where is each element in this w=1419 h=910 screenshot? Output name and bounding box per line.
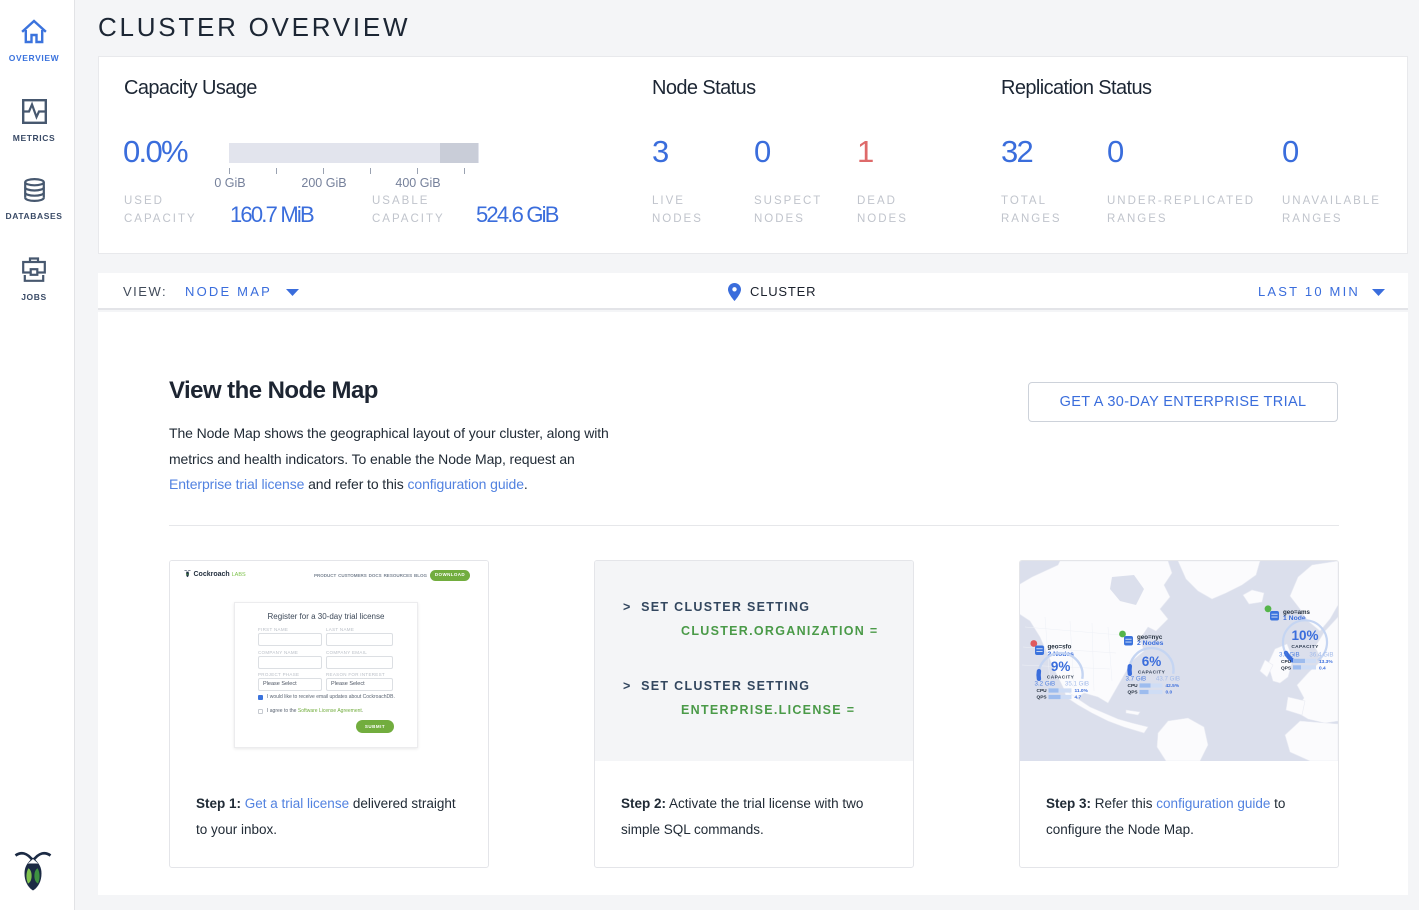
svg-text:QPS: QPS <box>1281 665 1292 671</box>
svg-text:4.7: 4.7 <box>1075 695 1082 701</box>
svg-text:13.3%: 13.3% <box>1319 659 1333 665</box>
svg-text:36.4 GiB: 36.4 GiB <box>1309 652 1333 659</box>
svg-text:35.1 GiB: 35.1 GiB <box>1065 681 1089 688</box>
svg-text:43.7 GiB: 43.7 GiB <box>1156 676 1180 683</box>
svg-text:2 Nodes: 2 Nodes <box>1137 640 1164 647</box>
svg-text:CPU: CPU <box>1037 688 1048 694</box>
svg-text:3.7 GiB: 3.7 GiB <box>1126 676 1147 683</box>
svg-text:QPS: QPS <box>1037 695 1048 701</box>
svg-text:geo=sfo: geo=sfo <box>1048 644 1072 651</box>
svg-text:9%: 9% <box>1051 659 1071 674</box>
svg-text:0.4: 0.4 <box>1319 665 1326 671</box>
svg-text:0.0: 0.0 <box>1166 690 1173 696</box>
svg-text:42.5%: 42.5% <box>1166 683 1180 689</box>
svg-text:11.0%: 11.0% <box>1075 688 1089 694</box>
svg-text:6%: 6% <box>1142 654 1162 669</box>
svg-text:CPU: CPU <box>1128 683 1139 689</box>
svg-text:CPU: CPU <box>1281 659 1292 665</box>
svg-text:QPS: QPS <box>1128 690 1139 696</box>
svg-text:CAPACITY: CAPACITY <box>1291 644 1319 650</box>
svg-text:10%: 10% <box>1291 628 1318 643</box>
svg-text:3.2 GiB: 3.2 GiB <box>1035 681 1056 688</box>
svg-text:3.6 GiB: 3.6 GiB <box>1279 652 1300 659</box>
